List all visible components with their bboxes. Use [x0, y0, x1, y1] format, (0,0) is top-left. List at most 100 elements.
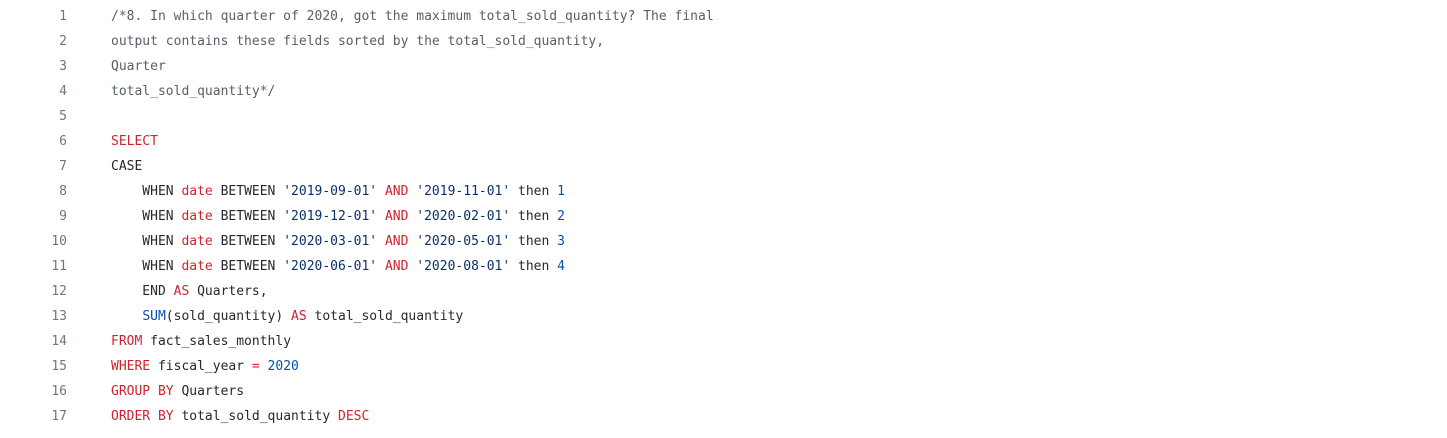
code-line: 3 Quarter	[0, 54, 1447, 79]
code-token: 2	[557, 209, 565, 224]
code-text: output contains these fields sorted by t…	[111, 29, 604, 54]
code-token: '2019-11-01'	[416, 184, 511, 199]
line-number: 13	[51, 309, 67, 324]
code-token: then	[510, 234, 558, 249]
code-token: 2020	[267, 359, 299, 374]
code-token: '2020-06-01'	[283, 259, 378, 274]
code-token: '2020-03-01'	[283, 234, 378, 249]
code-line: 5	[0, 104, 1447, 129]
code-token: '2019-12-01'	[283, 209, 378, 224]
code-line: 10 WHEN date BETWEEN '2020-03-01' AND '2…	[0, 229, 1447, 254]
code-token: (sold_quantity)	[165, 309, 292, 324]
code-line: 9 WHEN date BETWEEN '2019-12-01' AND '20…	[0, 204, 1447, 229]
code-text: WHEN date BETWEEN '2020-03-01' AND '2020…	[111, 229, 565, 254]
code-token: total_sold_quantity	[173, 409, 338, 424]
code-token: BY	[157, 384, 174, 399]
code-token: total_sold_quantity*/	[111, 84, 276, 99]
line-number: 3	[59, 59, 67, 74]
code-token: WHEN	[111, 234, 182, 249]
code-token: WHEN	[111, 209, 182, 224]
code-text: WHEN date BETWEEN '2020-06-01' AND '2020…	[111, 254, 565, 279]
code-text: WHERE fiscal_year = 2020	[111, 354, 299, 379]
code-text: GROUP BY Quarters	[111, 379, 244, 404]
line-number: 14	[51, 334, 67, 349]
code-token: =	[251, 359, 260, 374]
code-text: END AS Quarters,	[111, 279, 267, 304]
code-token: output contains these fields sorted by t…	[111, 34, 605, 49]
code-token: date	[181, 259, 213, 274]
code-text: FROM fact_sales_monthly	[111, 329, 291, 354]
code-token: AND	[384, 184, 409, 199]
code-text: WHEN date BETWEEN '2019-12-01' AND '2020…	[111, 204, 565, 229]
code-token: BETWEEN	[212, 259, 284, 274]
code-token: 1	[557, 184, 565, 199]
code-text: SUM(sold_quantity) AS total_sold_quantit…	[111, 304, 463, 329]
code-token: 3	[557, 234, 565, 249]
code-token: CASE	[111, 159, 143, 174]
code-line: 17 ORDER BY total_sold_quantity DESC	[0, 404, 1447, 429]
line-number: 11	[51, 259, 67, 274]
code-token: BETWEEN	[212, 209, 284, 224]
code-line: 6 SELECT	[0, 129, 1447, 154]
code-token: '2020-05-01'	[416, 234, 511, 249]
line-number: 15	[51, 359, 67, 374]
code-text: ORDER BY total_sold_quantity DESC	[111, 404, 369, 429]
line-number: 7	[59, 159, 67, 174]
code-token: Quarters	[173, 384, 245, 399]
code-token: then	[510, 184, 558, 199]
line-number: 8	[59, 184, 67, 199]
code-token: date	[181, 209, 213, 224]
code-token: AND	[384, 209, 409, 224]
line-number: 9	[59, 209, 67, 224]
code-token: BETWEEN	[212, 234, 284, 249]
code-token: 4	[557, 259, 565, 274]
code-token: WHERE	[111, 359, 151, 374]
code-token: END	[111, 284, 174, 299]
code-line: 14 FROM fact_sales_monthly	[0, 329, 1447, 354]
code-token: AND	[384, 234, 409, 249]
code-token: date	[181, 184, 213, 199]
code-token: '2019-09-01'	[283, 184, 378, 199]
code-token: Quarter	[111, 59, 166, 74]
code-line: 15 WHERE fiscal_year = 2020	[0, 354, 1447, 379]
code-token: date	[181, 234, 213, 249]
code-token: BY	[157, 409, 174, 424]
code-token: AS	[173, 284, 190, 299]
code-line: 4 total_sold_quantity*/	[0, 79, 1447, 104]
code-token: WHEN	[111, 184, 182, 199]
code-line: 8 WHEN date BETWEEN '2019-09-01' AND '20…	[0, 179, 1447, 204]
line-number: 6	[59, 134, 67, 149]
code-text: total_sold_quantity*/	[111, 79, 275, 104]
code-token: ORDER	[111, 409, 151, 424]
code-token: then	[510, 259, 558, 274]
code-token: then	[510, 209, 558, 224]
line-number: 4	[59, 84, 67, 99]
line-number: 17	[51, 409, 67, 424]
code-viewer: 1 /*8. In which quarter of 2020, got the …	[0, 0, 1447, 438]
code-token: /*8. In which quarter of 2020, got the m…	[111, 9, 714, 24]
code-token: SELECT	[111, 134, 158, 149]
code-line: 1 /*8. In which quarter of 2020, got the …	[0, 4, 1447, 29]
code-line: 11 WHEN date BETWEEN '2020-06-01' AND '2…	[0, 254, 1447, 279]
code-token: '2020-08-01'	[416, 259, 511, 274]
code-line: 7 CASE	[0, 154, 1447, 179]
code-token: AND	[384, 259, 409, 274]
line-number: 1	[59, 9, 67, 24]
code-token: fiscal_year	[150, 359, 252, 374]
code-token: WHEN	[111, 259, 182, 274]
code-line: 13 SUM(sold_quantity) AS total_sold_quan…	[0, 304, 1447, 329]
code-token: '2020-02-01'	[416, 209, 511, 224]
code-line: 16 GROUP BY Quarters	[0, 379, 1447, 404]
code-text: WHEN date BETWEEN '2019-09-01' AND '2019…	[111, 179, 565, 204]
code-token: BETWEEN	[212, 184, 284, 199]
code-token: AS	[291, 309, 307, 324]
line-number: 10	[51, 234, 67, 249]
